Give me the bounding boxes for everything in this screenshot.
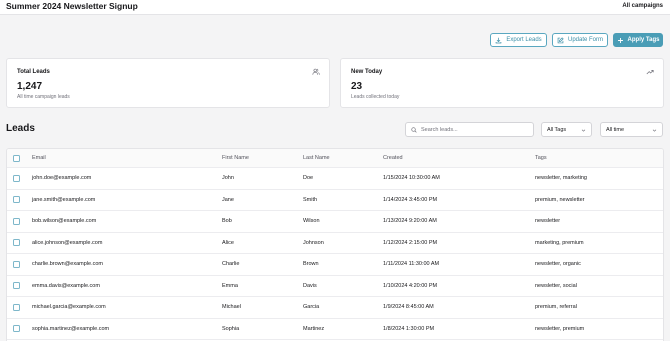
top-bar: Summer 2024 Newsletter Signup All campai… (0, 0, 670, 15)
page-title: Summer 2024 Newsletter Signup (6, 1, 138, 11)
cell-last-name: Garcia (303, 304, 320, 311)
row-checkbox[interactable] (13, 196, 20, 204)
chevron-down-icon (581, 129, 586, 132)
chevron-down-icon (652, 129, 657, 132)
cell-tags: premium, newsletter (535, 196, 585, 203)
total-leads-subtitle: All time campaign leads (17, 94, 70, 100)
tag-filter-select[interactable]: All Tags (541, 122, 592, 137)
cell-created: 1/11/2024 11:30:00 AM (383, 261, 440, 268)
total-leads-value: 1,247 (17, 81, 43, 92)
table-row[interactable]: bob.wilson@example.com Bob Wilson 1/13/2… (7, 211, 663, 233)
cell-first-name: Michael (222, 304, 241, 311)
leads-heading: Leads (6, 123, 35, 134)
cell-tags: marketing, premium (535, 239, 584, 246)
cell-email: bob.wilson@example.com (32, 218, 97, 225)
table-row[interactable]: emma.davis@example.com Emma Davis 1/10/2… (7, 276, 663, 297)
new-today-value: 23 (351, 81, 363, 92)
update-form-label: Update Form (567, 37, 603, 43)
table-header-row: Email First Name Last Name Created Tags (7, 149, 663, 168)
cell-email: charlie.brown@example.com (32, 261, 104, 268)
cell-last-name: Smith (303, 196, 318, 203)
cell-created: 1/9/2024 8:45:00 AM (383, 304, 434, 311)
trending-up-icon (646, 70, 654, 75)
leads-table: Email First Name Last Name Created Tags … (6, 148, 664, 341)
column-header-last-name[interactable]: Last Name (303, 149, 330, 167)
cell-created: 1/15/2024 10:30:00 AM (383, 175, 440, 182)
total-leads-title: Total Leads (17, 69, 50, 75)
table-row[interactable]: john.doe@example.com John Doe 1/15/2024 … (7, 168, 663, 190)
search-icon (411, 127, 417, 133)
table-row[interactable]: alice.johnson@example.com Alice Johnson … (7, 233, 663, 254)
row-checkbox[interactable] (13, 303, 20, 311)
table-row[interactable]: michael.garcia@example.com Michael Garci… (7, 297, 663, 319)
cell-tags: newsletter (535, 218, 561, 225)
cell-tags: newsletter, premium (535, 325, 585, 332)
total-leads-card: Total Leads 1,247 All time campaign lead… (6, 58, 330, 108)
column-header-tags[interactable]: Tags (535, 149, 547, 167)
users-icon (312, 68, 320, 75)
edit-icon (557, 36, 564, 43)
cell-last-name: Martinez (303, 325, 325, 332)
row-checkbox[interactable] (13, 282, 20, 290)
table-row[interactable]: jane.smith@example.com Jane Smith 1/14/2… (7, 190, 663, 211)
all-campaigns-link[interactable]: All campaigns (622, 3, 663, 9)
row-checkbox[interactable] (13, 217, 20, 225)
apply-tags-button[interactable]: Apply Tags (613, 33, 663, 47)
cell-first-name: Emma (222, 282, 238, 289)
cell-tags: newsletter, marketing (535, 175, 587, 182)
cell-last-name: Brown (303, 261, 319, 268)
cell-last-name: Doe (303, 175, 314, 182)
cell-tags: newsletter, social (535, 282, 577, 289)
row-checkbox[interactable] (13, 260, 20, 268)
update-form-button[interactable]: Update Form (552, 33, 608, 47)
new-today-title: New Today (351, 69, 383, 75)
cell-email: jane.smith@example.com (32, 196, 96, 203)
cell-email: emma.davis@example.com (32, 282, 100, 289)
column-header-email[interactable]: Email (32, 149, 46, 167)
row-checkbox[interactable] (13, 325, 20, 333)
table-row[interactable]: sophia.martinez@example.com Sophia Marti… (7, 319, 663, 340)
cell-first-name: Bob (222, 218, 232, 225)
tag-filter-value: All Tags (547, 126, 567, 133)
column-header-created[interactable]: Created (383, 149, 403, 167)
column-header-first-name[interactable]: First Name (222, 149, 249, 167)
row-checkbox[interactable] (13, 174, 20, 182)
cell-first-name: Sophia (222, 325, 240, 332)
table-row[interactable]: charlie.brown@example.com Charlie Brown … (7, 254, 663, 276)
row-checkbox[interactable] (13, 239, 20, 247)
new-today-card: New Today 23 Leads collected today (340, 58, 664, 108)
cell-created: 1/13/2024 9:20:00 AM (383, 218, 437, 225)
export-leads-label: Export Leads (506, 37, 542, 43)
cell-first-name: Charlie (222, 261, 240, 268)
cell-first-name: John (222, 175, 234, 182)
search-input[interactable] (421, 124, 531, 136)
cell-last-name: Davis (303, 282, 317, 289)
plus-icon (617, 37, 623, 43)
time-filter-value: All time (606, 126, 625, 133)
cell-created: 1/14/2024 3:45:00 PM (383, 196, 438, 203)
cell-email: sophia.martinez@example.com (32, 325, 110, 332)
cell-first-name: Jane (222, 196, 234, 203)
cell-first-name: Alice (222, 239, 234, 246)
search-box (405, 122, 534, 137)
cell-last-name: Wilson (303, 218, 320, 225)
new-today-subtitle: Leads collected today (351, 94, 400, 100)
cell-created: 1/12/2024 2:15:00 PM (383, 239, 438, 246)
select-all-checkbox[interactable] (13, 154, 20, 162)
cell-email: michael.garcia@example.com (32, 304, 106, 311)
apply-tags-label: Apply Tags (627, 37, 660, 43)
download-icon (496, 37, 502, 43)
export-leads-button[interactable]: Export Leads (490, 33, 547, 47)
time-filter-select[interactable]: All time (600, 122, 663, 137)
cell-created: 1/8/2024 1:30:00 PM (383, 325, 435, 332)
cell-email: john.doe@example.com (32, 175, 92, 182)
cell-created: 1/10/2024 4:20:00 PM (383, 282, 438, 289)
cell-last-name: Johnson (303, 239, 324, 246)
cell-tags: newsletter, organic (535, 261, 581, 268)
cell-email: alice.johnson@example.com (32, 239, 103, 246)
cell-tags: premium, referral (535, 304, 577, 311)
